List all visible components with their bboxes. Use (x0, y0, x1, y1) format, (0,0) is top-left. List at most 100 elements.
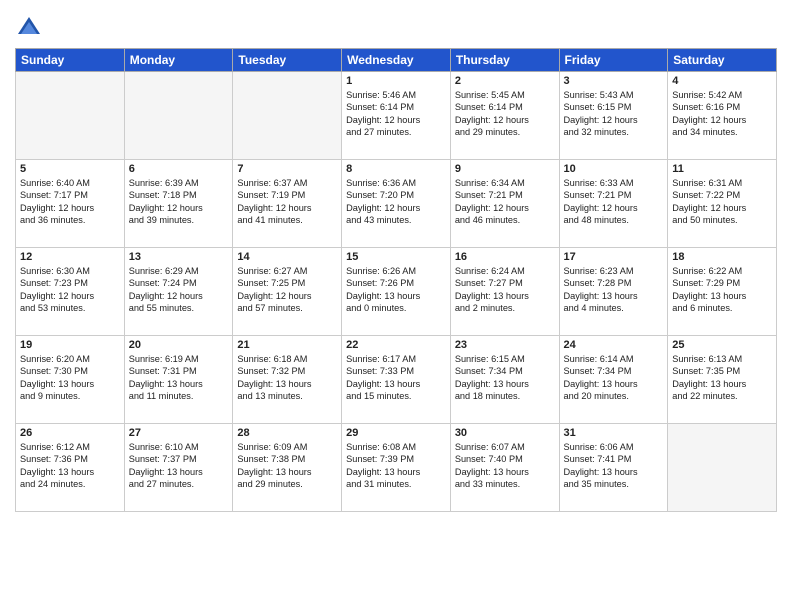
day-info: Sunrise: 5:42 AM Sunset: 6:16 PM Dayligh… (672, 89, 772, 139)
day-cell-25: 25 Sunrise: 6:13 AM Sunset: 7:35 PM Dayli… (668, 336, 777, 424)
logo-icon (15, 14, 43, 42)
weekday-saturday: Saturday (668, 49, 777, 72)
day-info: Sunrise: 6:13 AM Sunset: 7:35 PM Dayligh… (672, 353, 772, 403)
day-cell-22: 22 Sunrise: 6:17 AM Sunset: 7:33 PM Dayli… (342, 336, 451, 424)
day-info: Sunrise: 6:31 AM Sunset: 7:22 PM Dayligh… (672, 177, 772, 227)
week-row-2: 12 Sunrise: 6:30 AM Sunset: 7:23 PM Dayli… (16, 248, 777, 336)
day-info: Sunrise: 5:46 AM Sunset: 6:14 PM Dayligh… (346, 89, 446, 139)
weekday-thursday: Thursday (450, 49, 559, 72)
day-info: Sunrise: 6:08 AM Sunset: 7:39 PM Dayligh… (346, 441, 446, 491)
day-number: 5 (20, 163, 120, 175)
day-cell-10: 10 Sunrise: 6:33 AM Sunset: 7:21 PM Dayli… (559, 160, 668, 248)
day-number: 14 (237, 251, 337, 263)
day-cell-12: 12 Sunrise: 6:30 AM Sunset: 7:23 PM Dayli… (16, 248, 125, 336)
day-info: Sunrise: 6:34 AM Sunset: 7:21 PM Dayligh… (455, 177, 555, 227)
day-number: 6 (129, 163, 229, 175)
day-info: Sunrise: 5:43 AM Sunset: 6:15 PM Dayligh… (564, 89, 664, 139)
weekday-friday: Friday (559, 49, 668, 72)
day-number: 10 (564, 163, 664, 175)
day-cell-23: 23 Sunrise: 6:15 AM Sunset: 7:34 PM Dayli… (450, 336, 559, 424)
day-cell-8: 8Sunrise: 6:36 AM Sunset: 7:20 PM Daylig… (342, 160, 451, 248)
day-info: Sunrise: 6:37 AM Sunset: 7:19 PM Dayligh… (237, 177, 337, 227)
day-cell-16: 16Sunrise: 6:24 AM Sunset: 7:27 PM Dayli… (450, 248, 559, 336)
day-number: 9 (455, 163, 555, 175)
day-number: 7 (237, 163, 337, 175)
day-cell-6: 6 Sunrise: 6:39 AM Sunset: 7:18 PM Daylig… (124, 160, 233, 248)
day-cell-11: 11 Sunrise: 6:31 AM Sunset: 7:22 PM Dayli… (668, 160, 777, 248)
day-cell-3: 3 Sunrise: 5:43 AM Sunset: 6:15 PM Daylig… (559, 72, 668, 160)
day-info: Sunrise: 6:06 AM Sunset: 7:41 PM Dayligh… (564, 441, 664, 491)
day-number: 2 (455, 75, 555, 87)
empty-cell (16, 72, 125, 160)
day-info: Sunrise: 6:18 AM Sunset: 7:32 PM Dayligh… (237, 353, 337, 403)
day-cell-17: 17 Sunrise: 6:23 AM Sunset: 7:28 PM Dayli… (559, 248, 668, 336)
weekday-wednesday: Wednesday (342, 49, 451, 72)
day-number: 17 (564, 251, 664, 263)
weekday-header-row: SundayMondayTuesdayWednesdayThursdayFrid… (16, 49, 777, 72)
day-cell-27: 27 Sunrise: 6:10 AM Sunset: 7:37 PM Dayli… (124, 424, 233, 512)
day-info: Sunrise: 6:14 AM Sunset: 7:34 PM Dayligh… (564, 353, 664, 403)
day-cell-4: 4 Sunrise: 5:42 AM Sunset: 6:16 PM Daylig… (668, 72, 777, 160)
day-info: Sunrise: 6:22 AM Sunset: 7:29 PM Dayligh… (672, 265, 772, 315)
day-info: Sunrise: 6:10 AM Sunset: 7:37 PM Dayligh… (129, 441, 229, 491)
day-cell-28: 28 Sunrise: 6:09 AM Sunset: 7:38 PM Dayli… (233, 424, 342, 512)
day-number: 26 (20, 427, 120, 439)
day-cell-2: 2Sunrise: 5:45 AM Sunset: 6:14 PM Daylig… (450, 72, 559, 160)
day-cell-5: 5 Sunrise: 6:40 AM Sunset: 7:17 PM Daylig… (16, 160, 125, 248)
day-number: 20 (129, 339, 229, 351)
day-cell-19: 19 Sunrise: 6:20 AM Sunset: 7:30 PM Dayli… (16, 336, 125, 424)
weekday-sunday: Sunday (16, 49, 125, 72)
day-number: 22 (346, 339, 446, 351)
day-info: Sunrise: 6:26 AM Sunset: 7:26 PM Dayligh… (346, 265, 446, 315)
day-cell-9: 9 Sunrise: 6:34 AM Sunset: 7:21 PM Daylig… (450, 160, 559, 248)
day-info: Sunrise: 6:20 AM Sunset: 7:30 PM Dayligh… (20, 353, 120, 403)
day-info: Sunrise: 6:29 AM Sunset: 7:24 PM Dayligh… (129, 265, 229, 315)
day-number: 23 (455, 339, 555, 351)
empty-cell (668, 424, 777, 512)
day-cell-26: 26 Sunrise: 6:12 AM Sunset: 7:36 PM Dayli… (16, 424, 125, 512)
day-number: 27 (129, 427, 229, 439)
day-info: Sunrise: 6:17 AM Sunset: 7:33 PM Dayligh… (346, 353, 446, 403)
day-number: 18 (672, 251, 772, 263)
empty-cell (124, 72, 233, 160)
day-cell-20: 20 Sunrise: 6:19 AM Sunset: 7:31 PM Dayli… (124, 336, 233, 424)
day-number: 15 (346, 251, 446, 263)
day-info: Sunrise: 6:15 AM Sunset: 7:34 PM Dayligh… (455, 353, 555, 403)
day-info: Sunrise: 6:19 AM Sunset: 7:31 PM Dayligh… (129, 353, 229, 403)
day-number: 24 (564, 339, 664, 351)
day-cell-13: 13 Sunrise: 6:29 AM Sunset: 7:24 PM Dayli… (124, 248, 233, 336)
day-cell-21: 21Sunrise: 6:18 AM Sunset: 7:32 PM Dayli… (233, 336, 342, 424)
day-number: 3 (564, 75, 664, 87)
day-info: Sunrise: 6:30 AM Sunset: 7:23 PM Dayligh… (20, 265, 120, 315)
day-number: 30 (455, 427, 555, 439)
day-info: Sunrise: 6:27 AM Sunset: 7:25 PM Dayligh… (237, 265, 337, 315)
day-number: 12 (20, 251, 120, 263)
logo (15, 14, 46, 42)
day-info: Sunrise: 6:12 AM Sunset: 7:36 PM Dayligh… (20, 441, 120, 491)
empty-cell (233, 72, 342, 160)
day-number: 4 (672, 75, 772, 87)
day-number: 29 (346, 427, 446, 439)
day-info: Sunrise: 6:09 AM Sunset: 7:38 PM Dayligh… (237, 441, 337, 491)
week-row-1: 5 Sunrise: 6:40 AM Sunset: 7:17 PM Daylig… (16, 160, 777, 248)
day-cell-30: 30Sunrise: 6:07 AM Sunset: 7:40 PM Dayli… (450, 424, 559, 512)
day-cell-7: 7 Sunrise: 6:37 AM Sunset: 7:19 PM Daylig… (233, 160, 342, 248)
day-info: Sunrise: 6:23 AM Sunset: 7:28 PM Dayligh… (564, 265, 664, 315)
day-number: 25 (672, 339, 772, 351)
day-number: 11 (672, 163, 772, 175)
day-info: Sunrise: 6:33 AM Sunset: 7:21 PM Dayligh… (564, 177, 664, 227)
day-number: 13 (129, 251, 229, 263)
day-info: Sunrise: 6:40 AM Sunset: 7:17 PM Dayligh… (20, 177, 120, 227)
day-number: 28 (237, 427, 337, 439)
week-row-3: 19 Sunrise: 6:20 AM Sunset: 7:30 PM Dayli… (16, 336, 777, 424)
day-number: 1 (346, 75, 446, 87)
day-info: Sunrise: 6:39 AM Sunset: 7:18 PM Dayligh… (129, 177, 229, 227)
weekday-tuesday: Tuesday (233, 49, 342, 72)
day-number: 16 (455, 251, 555, 263)
day-cell-18: 18 Sunrise: 6:22 AM Sunset: 7:29 PM Dayli… (668, 248, 777, 336)
day-number: 19 (20, 339, 120, 351)
week-row-4: 26 Sunrise: 6:12 AM Sunset: 7:36 PM Dayli… (16, 424, 777, 512)
day-number: 31 (564, 427, 664, 439)
weekday-monday: Monday (124, 49, 233, 72)
page: SundayMondayTuesdayWednesdayThursdayFrid… (0, 0, 792, 612)
